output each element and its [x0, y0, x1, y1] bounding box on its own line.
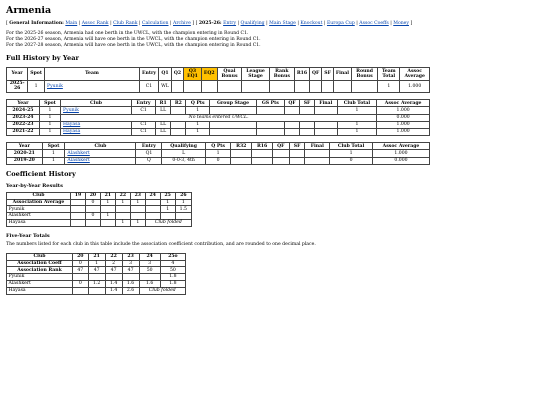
table-row: 2024-25 1 Pyunik C1 LL 1 1 1.000	[6, 106, 430, 115]
page-title: Armenia	[6, 5, 52, 16]
club-link-hayasa[interactable]: Hayasa	[63, 122, 80, 127]
club-folded-note: Club folded	[138, 286, 187, 295]
table-2019-2021-format: Year Spot Club Entry Qualifying Q Pts R3…	[6, 142, 431, 165]
table-header-row: Year Spot Club Entry R1 R2 Q Pts Group S…	[6, 99, 430, 108]
table-row: Hayasa 1 1 Club folded	[6, 218, 193, 227]
club-link-pyunik[interactable]: Pyunik	[63, 108, 79, 113]
five-year-note: The numbers listed for each club in this…	[6, 241, 316, 247]
berth-line-2027-28: For the 2027-28 season, Armenia will hav…	[6, 43, 261, 49]
q3-eq1-header: Q3 EQ1	[183, 67, 202, 81]
berth-paragraphs: For the 2025-26 season, Armenia had one …	[6, 31, 534, 49]
table-year-by-year: Club 19 20 21 22 23 24 25 26 Association…	[6, 191, 193, 227]
club-link-pyunik[interactable]: Pyunik	[47, 84, 63, 89]
year-by-year-heading: Year-by-Year Results	[6, 182, 63, 189]
nav-link-main[interactable]: Main	[65, 21, 77, 26]
coefficient-history-heading: Coefficient History	[6, 169, 76, 178]
club-link-alashkert[interactable]: Alashkert	[67, 158, 89, 163]
nav-link-qualifying[interactable]: Qualifying	[241, 21, 265, 26]
table-2021-2025-format: Year Spot Club Entry R1 R2 Q Pts Group S…	[6, 99, 430, 137]
nav-link-main-stage[interactable]: Main Stage	[269, 21, 296, 26]
nav-bar: [ General Information: Main | Assoc Rank…	[6, 21, 413, 26]
table-header-row: Club 19 20 21 22 23 24 25 26	[6, 191, 193, 200]
table-header-row: Club 20 21 22 23 24 25o	[6, 252, 187, 261]
table-row: Association Coeff 0 1 2 3 3 4	[6, 259, 187, 268]
nav-link-calculation[interactable]: Calculation	[142, 21, 169, 26]
club-link-alashkert[interactable]: Alashkert	[67, 151, 89, 156]
table-row: 2025-26 1 Pyunik C1 WL 1 1.000	[5, 79, 430, 94]
nav-link-assoc-rank[interactable]: Assoc Rank	[82, 21, 109, 26]
table-row: Alashkert 0 1.2 1.4 1.6 1.6 1.8	[6, 279, 187, 288]
table-row: 2019-20 1 Alashkert Q 0-0-3, 4th 0 0 0.0…	[6, 156, 431, 165]
nav-link-europa-cup[interactable]: Europa Cup	[327, 21, 355, 26]
nav-link-club-rank[interactable]: Club Rank	[113, 21, 137, 26]
table-row: Association Rank 47 47 47 47 50 50	[6, 266, 187, 275]
table-row: Association Average 0 1 1 1 1 1	[6, 198, 193, 207]
table-header-row: Year Spot Club Entry Qualifying Q Pts R3…	[6, 142, 431, 151]
full-history-heading: Full History by Year	[6, 54, 79, 63]
five-year-totals-heading: Five-Year Totals	[6, 232, 50, 239]
table-row: Pyunik 1 1.5	[6, 205, 193, 214]
table-current-format: Year Spot Team Entry Q1 Q2 Q3 EQ1 EQ2 Qu…	[5, 67, 430, 94]
nav-link-knockout[interactable]: Knockout	[300, 21, 322, 26]
table-row: 2021-22 1 Hayasa C1 LL 1 1 1.000	[6, 127, 430, 137]
season-label: 2025-26:	[198, 21, 222, 26]
nav-link-entry[interactable]: Entry	[223, 21, 236, 26]
nav-link-money[interactable]: Money	[393, 21, 409, 26]
nav-link-archive[interactable]: Archive	[173, 21, 191, 26]
table-row: Hayasa 1.4 2.6 Club folded	[6, 286, 187, 295]
club-link-hayasa[interactable]: Hayasa	[63, 129, 80, 134]
nav-bracket: [	[6, 21, 8, 26]
page: Armenia [ General Information: Main | As…	[0, 0, 540, 295]
nav-link-assoc-coeffs[interactable]: Assoc Coeffs	[359, 21, 388, 26]
table-row: 2022-23 1 Hayasa C1 LL 1 1 1.000	[6, 120, 430, 129]
no-teams-note: No teams entered UWCL.	[60, 113, 378, 122]
table-row: Pyunik 1.8	[6, 273, 187, 281]
table-row: 2023-24 1 No teams entered UWCL. 0.000	[6, 113, 430, 122]
club-folded-note: Club folded	[144, 218, 193, 227]
eq2-header: EQ2	[200, 67, 218, 81]
table-header-row: Year Spot Team Entry Q1 Q2 Q3 EQ1 EQ2 Qu…	[5, 67, 430, 81]
table-five-year-totals: Club 20 21 22 23 24 25o Association Coef…	[6, 252, 187, 295]
general-info-label: General Information:	[9, 21, 64, 26]
table-row: 2020-21 1 Alashkert Q1 L 1 1 1.000	[6, 149, 431, 158]
table-row: Alashkert 0 1	[6, 212, 193, 220]
